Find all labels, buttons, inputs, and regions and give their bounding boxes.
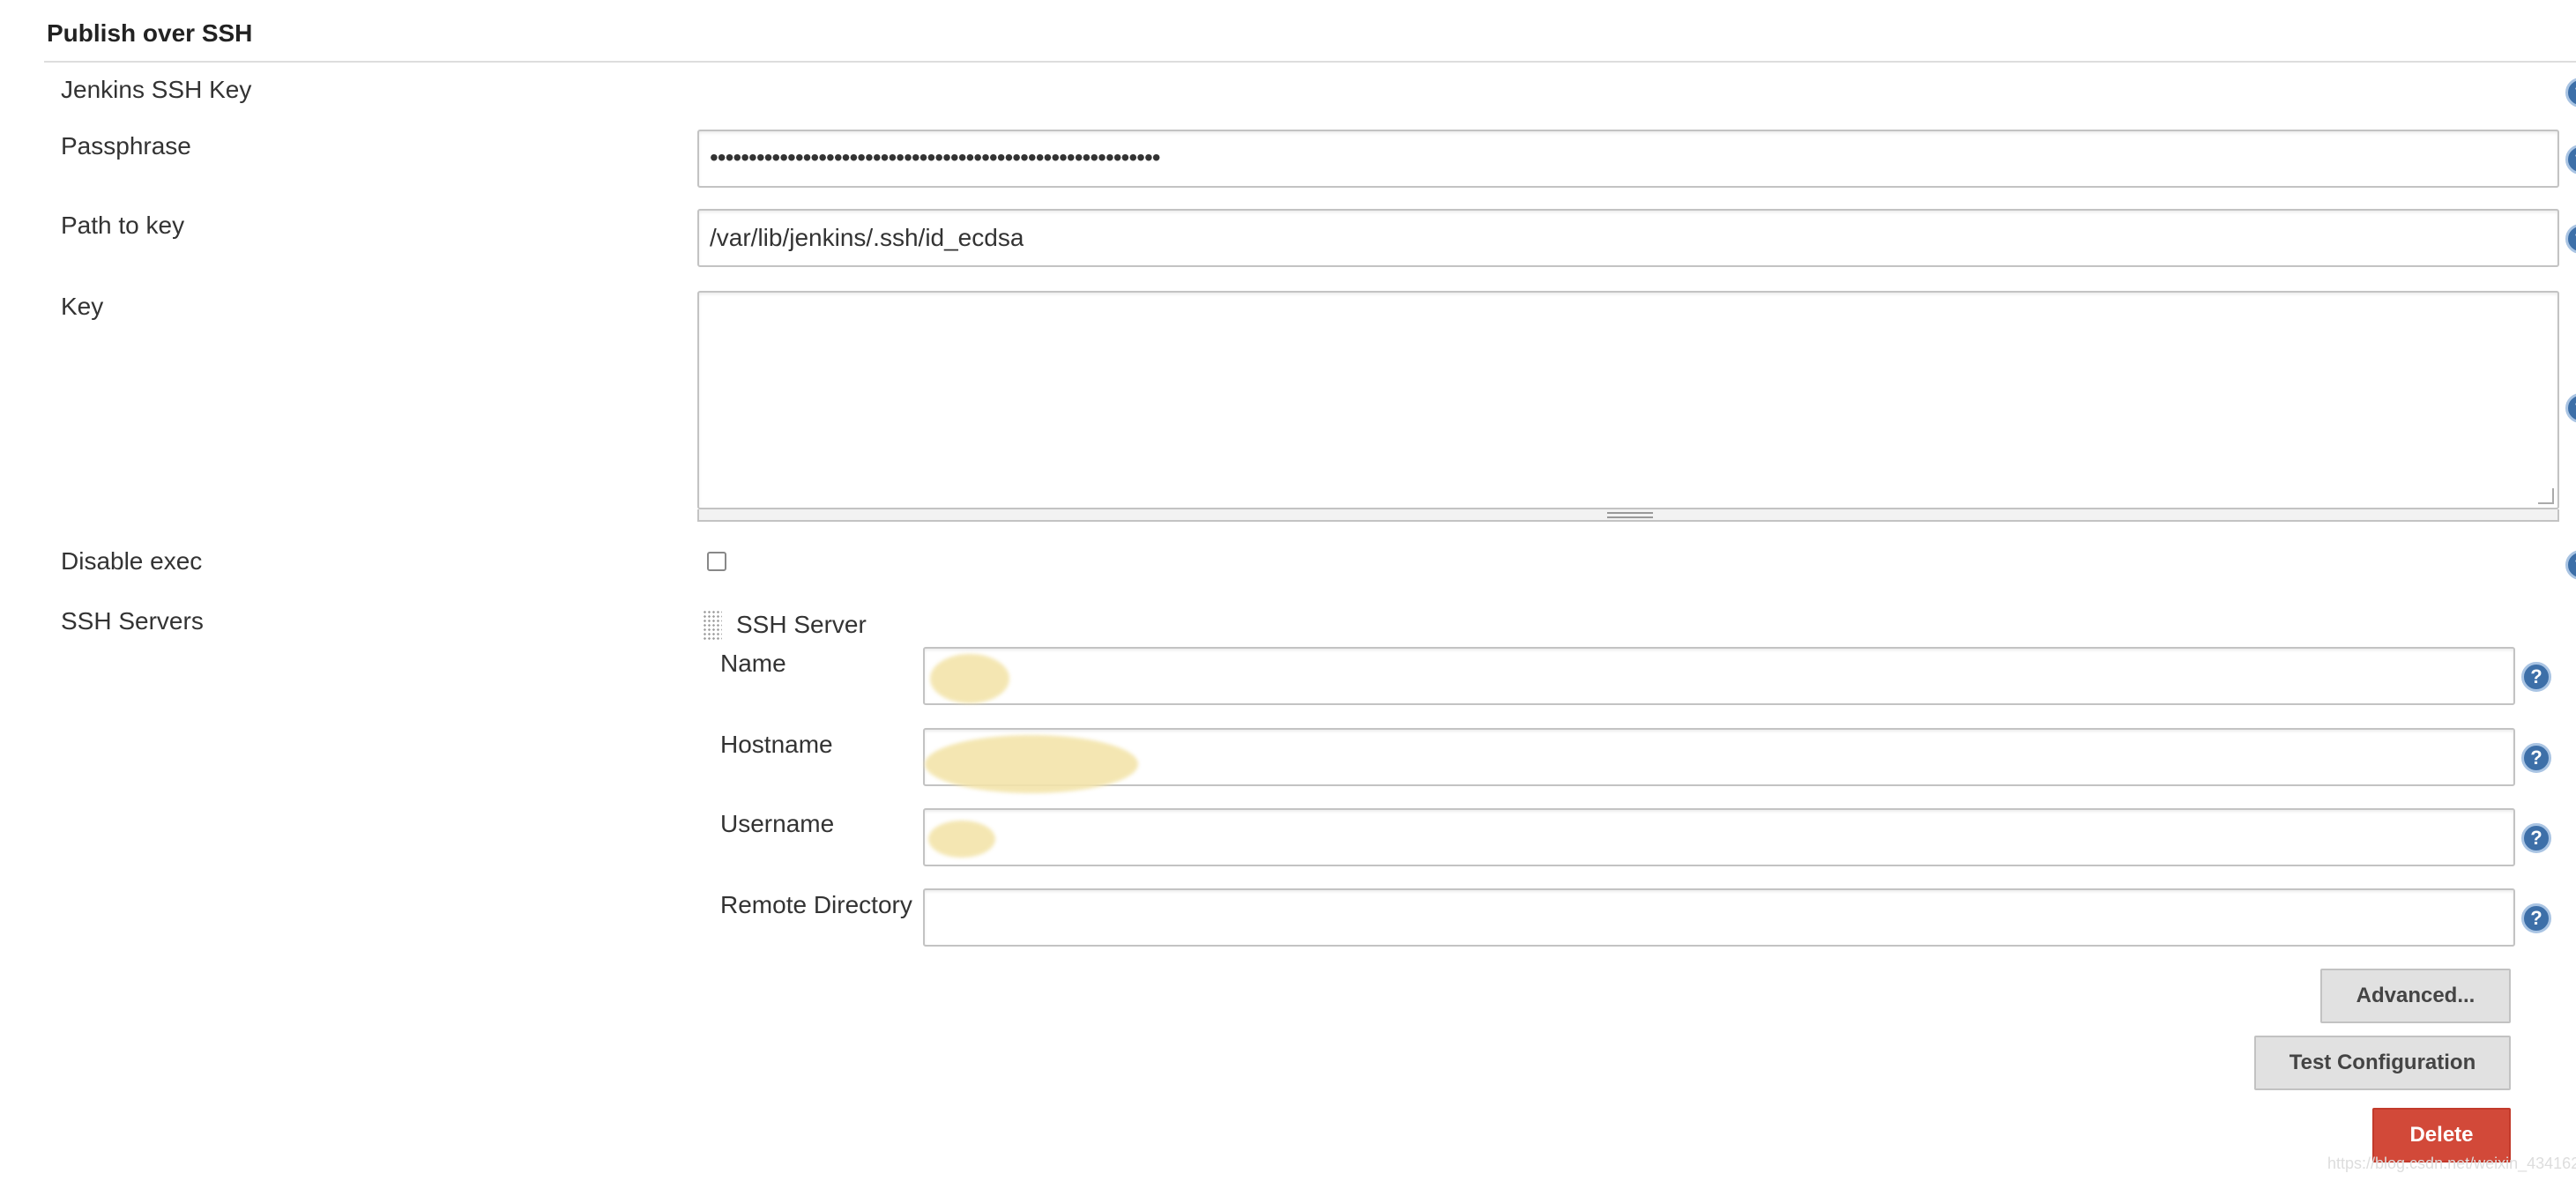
server-name-field[interactable]: [923, 647, 2515, 705]
disable-exec-help-icon[interactable]: ?: [2565, 550, 2576, 580]
remote-directory-help-icon[interactable]: ?: [2521, 903, 2551, 933]
test-configuration-button[interactable]: Test Configuration: [2254, 1036, 2511, 1090]
remote-directory-label: Remote Directory: [720, 891, 912, 918]
username-help-icon[interactable]: ?: [2521, 823, 2551, 853]
disable-exec-label: Disable exec: [61, 547, 203, 575]
textarea-resize-bar[interactable]: [697, 509, 2559, 522]
key-textarea[interactable]: [697, 291, 2559, 509]
section-title: Publish over SSH: [47, 19, 253, 47]
ssh-servers-label: SSH Servers: [61, 607, 204, 635]
path-to-key-label: Path to key: [61, 212, 185, 239]
hostname-label: Hostname: [720, 731, 833, 758]
help-icon[interactable]: ?: [2565, 78, 2576, 108]
key-help-icon[interactable]: ?: [2565, 393, 2576, 423]
redaction-mark: [928, 821, 995, 858]
passphrase-value: ••••••••••••••••••••••••••••••••••••••••…: [710, 144, 1161, 171]
resize-grip-line: [1607, 512, 1653, 514]
username-label: Username: [720, 810, 835, 837]
section-divider: [44, 61, 2576, 63]
ssh-server-header: SSH Server: [736, 611, 867, 638]
redaction-mark: [930, 654, 1009, 703]
server-name-label: Name: [720, 650, 786, 677]
server-name-help-icon[interactable]: ?: [2521, 662, 2551, 692]
textarea-resize-corner[interactable]: [2538, 488, 2554, 504]
path-to-key-field[interactable]: /var/lib/jenkins/.ssh/id_ecdsa: [697, 209, 2559, 267]
passphrase-label: Passphrase: [61, 132, 191, 160]
username-field[interactable]: [923, 808, 2515, 866]
remote-directory-field[interactable]: [923, 888, 2515, 947]
watermark-text: https://blog.csdn.net/weixin_43416226: [2327, 1155, 2576, 1172]
path-to-key-value: /var/lib/jenkins/.ssh/id_ecdsa: [710, 224, 1024, 251]
resize-grip-line: [1607, 516, 1653, 518]
disable-exec-checkbox[interactable]: [707, 552, 726, 571]
advanced-button[interactable]: Advanced...: [2320, 969, 2511, 1023]
key-label: Key: [61, 293, 104, 320]
passphrase-field[interactable]: ••••••••••••••••••••••••••••••••••••••••…: [697, 130, 2559, 188]
passphrase-help-icon[interactable]: ?: [2565, 145, 2576, 175]
path-to-key-help-icon[interactable]: ?: [2565, 224, 2576, 254]
hostname-field[interactable]: [923, 728, 2515, 793]
jenkins-ssh-key-label: Jenkins SSH Key: [61, 76, 252, 103]
redaction-mark: [925, 735, 1138, 793]
drag-handle-icon[interactable]: [703, 610, 722, 640]
hostname-help-icon[interactable]: ?: [2521, 743, 2551, 773]
